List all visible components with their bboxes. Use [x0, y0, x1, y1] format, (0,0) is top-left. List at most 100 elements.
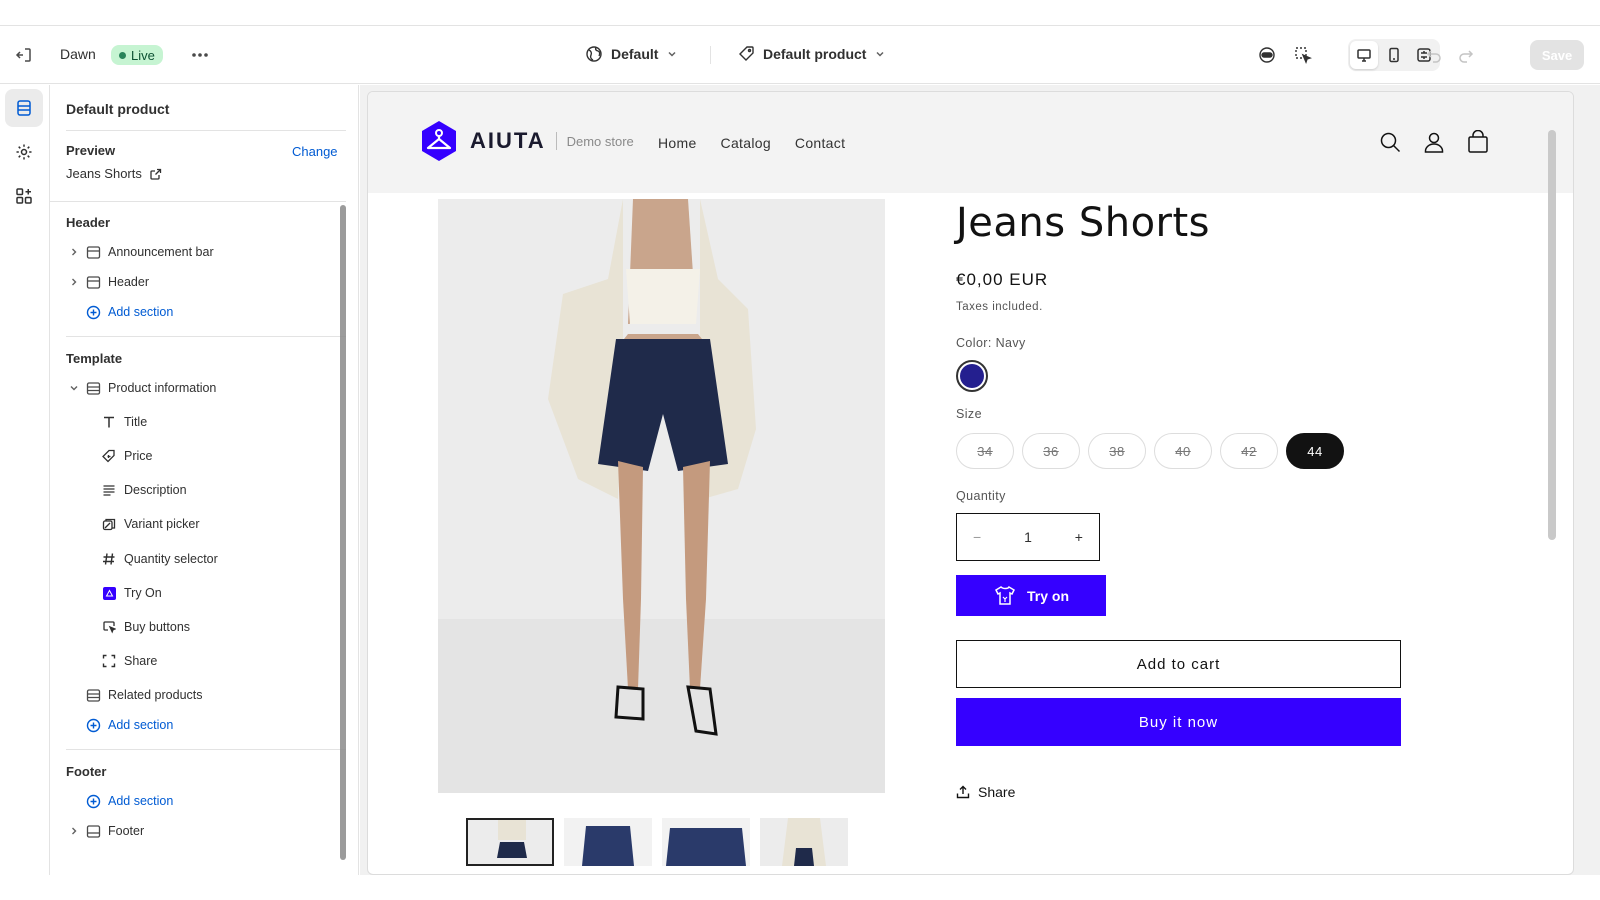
- status-badge-label: Live: [131, 47, 155, 63]
- color-swatch-navy[interactable]: [956, 360, 988, 392]
- inspector-icon[interactable]: [1289, 41, 1317, 69]
- section-label: Related products: [108, 688, 203, 702]
- redo-icon[interactable]: [1452, 41, 1480, 69]
- block-label: Share: [124, 654, 158, 668]
- desktop-view-icon[interactable]: [1350, 41, 1378, 69]
- quantity-value[interactable]: 1: [1024, 529, 1032, 545]
- change-preview-link[interactable]: Change: [292, 144, 338, 159]
- external-link-icon: [150, 168, 162, 180]
- add-section-label: Add section: [108, 305, 174, 319]
- chevron-right-icon[interactable]: [66, 826, 82, 836]
- view-dropdown[interactable]: Default: [585, 45, 678, 63]
- sections-icon[interactable]: [5, 89, 43, 127]
- account-icon[interactable]: [1422, 130, 1446, 154]
- try-on-button[interactable]: Try on: [956, 575, 1106, 616]
- globe-icon: [586, 46, 602, 62]
- color-label: Color: Navy: [956, 336, 1026, 350]
- block-buy-buttons[interactable]: Buy buttons: [98, 613, 190, 641]
- share-button[interactable]: Share: [956, 784, 1015, 800]
- plus-circle-icon: [82, 718, 104, 733]
- try-on-app-icon: [98, 586, 120, 600]
- size-option[interactable]: 36: [1022, 433, 1080, 469]
- section-label: Product information: [108, 381, 217, 395]
- size-option[interactable]: 34: [956, 433, 1014, 469]
- size-option-selected[interactable]: 44: [1286, 433, 1344, 469]
- nav-home[interactable]: Home: [658, 135, 697, 151]
- block-share[interactable]: Share: [98, 647, 157, 675]
- block-label: Description: [124, 483, 187, 497]
- nav-contact[interactable]: Contact: [795, 135, 845, 151]
- block-quantity-selector[interactable]: Quantity selector: [98, 545, 218, 573]
- hash-icon: [98, 552, 120, 566]
- app-embeds-icon[interactable]: [5, 177, 43, 215]
- size-option[interactable]: 42: [1220, 433, 1278, 469]
- share-icon: [956, 785, 970, 799]
- add-section-template[interactable]: Add section: [66, 711, 173, 739]
- mobile-view-icon[interactable]: [1380, 41, 1408, 69]
- add-section-label: Add section: [108, 794, 174, 808]
- paragraph-icon: [98, 483, 120, 497]
- template-dropdown[interactable]: Default product: [738, 45, 886, 62]
- chevron-right-icon[interactable]: [66, 247, 82, 257]
- store-logo[interactable]: AIUTA Demo store: [418, 120, 634, 162]
- plus-circle-icon: [82, 794, 104, 809]
- save-button[interactable]: Save: [1530, 40, 1584, 70]
- store-header-icons: [1378, 130, 1490, 154]
- section-product-information[interactable]: Product information: [66, 374, 216, 402]
- size-option[interactable]: 38: [1088, 433, 1146, 469]
- decrease-quantity-button[interactable]: −: [973, 529, 981, 545]
- search-icon[interactable]: [1378, 130, 1402, 154]
- magic-shirt-icon: [995, 585, 1015, 605]
- template-dropdown-label: Default product: [763, 45, 867, 62]
- block-variant-picker[interactable]: Variant picker: [98, 510, 200, 538]
- thumbnail[interactable]: [466, 818, 554, 866]
- section-related-products[interactable]: Related products: [66, 681, 203, 709]
- block-title[interactable]: Title: [98, 408, 147, 436]
- section-footer[interactable]: Footer: [66, 817, 144, 845]
- chevron-down-icon[interactable]: [66, 383, 82, 393]
- block-label: Buy buttons: [124, 620, 191, 634]
- sidebar-scrollbar[interactable]: [340, 205, 346, 860]
- status-badge: Live: [111, 45, 163, 65]
- tax-note: Taxes included.: [956, 301, 1043, 313]
- thumbnail[interactable]: [760, 818, 848, 866]
- section-label: Footer: [108, 824, 145, 838]
- add-to-cart-button[interactable]: Add to cart: [956, 640, 1401, 688]
- add-section-footer[interactable]: Add section: [66, 787, 173, 815]
- section-icon: [82, 381, 104, 396]
- more-actions-icon[interactable]: [186, 41, 214, 69]
- share-label: Share: [978, 784, 1016, 800]
- cart-icon[interactable]: [1466, 130, 1490, 154]
- buy-now-button[interactable]: Buy it now: [956, 698, 1401, 746]
- section-announcement-bar[interactable]: Announcement bar: [66, 238, 214, 266]
- divider: [66, 336, 346, 337]
- nav-catalog[interactable]: Catalog: [721, 135, 771, 151]
- editor-topbar: Dawn Live Default Default product Save: [0, 25, 1600, 84]
- size-option[interactable]: 40: [1154, 433, 1212, 469]
- preview-scrollbar[interactable]: [1548, 130, 1556, 540]
- chevron-right-icon[interactable]: [66, 277, 82, 287]
- block-price[interactable]: Price: [98, 442, 152, 470]
- theme-settings-icon[interactable]: [5, 133, 43, 171]
- preview-product[interactable]: Jeans Shorts: [66, 166, 162, 181]
- increase-quantity-button[interactable]: +: [1075, 529, 1083, 545]
- block-label: Quantity selector: [124, 552, 218, 566]
- block-description[interactable]: Description: [98, 476, 187, 504]
- add-section-header[interactable]: Add section: [66, 298, 173, 326]
- undo-icon[interactable]: [1420, 41, 1448, 69]
- exit-icon[interactable]: [10, 41, 38, 69]
- thumbnail[interactable]: [564, 818, 652, 866]
- cursor-click-icon: [98, 620, 120, 634]
- thumbnail[interactable]: [662, 818, 750, 866]
- quantity-stepper: − 1 +: [956, 513, 1100, 561]
- editor-rail: [0, 85, 50, 875]
- group-title-template: Template: [66, 351, 123, 366]
- size-label: Size: [956, 407, 982, 421]
- block-try-on[interactable]: Try On: [98, 579, 162, 607]
- ai-assistant-icon[interactable]: [1253, 41, 1281, 69]
- section-label: Header: [108, 275, 149, 289]
- product-price: €0,00 EUR: [956, 270, 1049, 289]
- product-image[interactable]: [438, 199, 885, 793]
- section-header[interactable]: Header: [66, 268, 149, 296]
- group-title-header: Header: [66, 215, 111, 230]
